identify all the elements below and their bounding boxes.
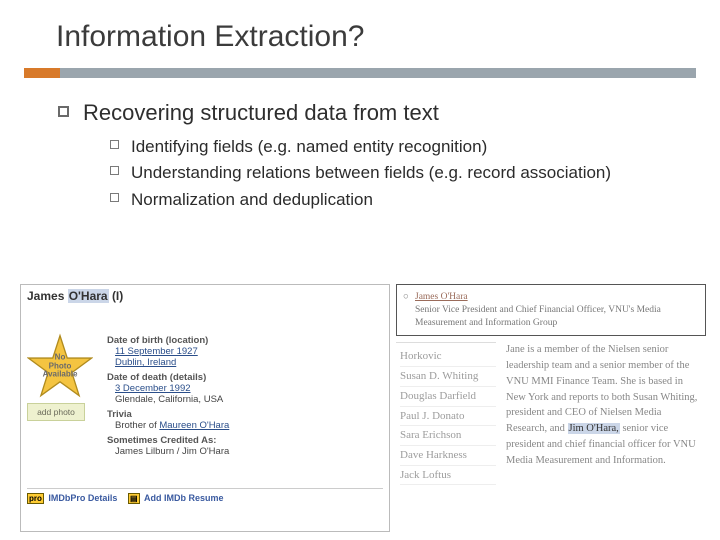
list-item[interactable]: Douglas Darfield bbox=[400, 387, 496, 407]
lvl1-text: Recovering structured data from text bbox=[83, 100, 439, 126]
bullet-level2: Normalization and deduplication bbox=[110, 187, 720, 213]
example-snippets: James O'Hara (I) No Photo Available add … bbox=[20, 284, 706, 532]
imdb-details: Date of birth (location) 11 September 19… bbox=[107, 331, 383, 481]
list-item[interactable]: Dave Harkness bbox=[400, 446, 496, 466]
name-prefix: James bbox=[27, 289, 64, 303]
bullet-level1: Recovering structured data from text bbox=[0, 78, 720, 126]
lvl2-text: Normalization and deduplication bbox=[131, 187, 373, 213]
square-bullet-icon bbox=[110, 166, 119, 175]
bottom-right-row: Horkovic Susan D. Whiting Douglas Darfie… bbox=[396, 342, 706, 532]
aka-label: Sometimes Credited As: bbox=[107, 435, 383, 446]
trivia-link[interactable]: Maureen O'Hara bbox=[159, 420, 229, 431]
accent-orange bbox=[24, 68, 60, 78]
name-suffix: (I) bbox=[112, 289, 123, 303]
bullet-level2: Identifying fields (e.g. named entity re… bbox=[110, 134, 720, 160]
people-list: Horkovic Susan D. Whiting Douglas Darfie… bbox=[396, 342, 496, 485]
trivia-text: Brother of bbox=[115, 420, 159, 431]
circle-bullet-icon: ○ bbox=[403, 291, 409, 304]
imdb-name: James O'Hara (I) bbox=[27, 289, 383, 331]
imdb-pro-icon: pro bbox=[27, 493, 44, 504]
bio-text-a: Jane is a member of the Nielsen senior l… bbox=[506, 344, 697, 434]
dod-date-link[interactable]: 3 December 1992 bbox=[115, 383, 191, 394]
lvl2-text: Identifying fields (e.g. named entity re… bbox=[131, 134, 487, 160]
bullet-level2: Understanding relations between fields (… bbox=[110, 160, 720, 186]
slide-title: Information Extraction? bbox=[0, 0, 720, 62]
add-photo-button[interactable]: add photo bbox=[27, 403, 85, 421]
square-bullet-icon bbox=[110, 140, 119, 149]
list-item[interactable]: Paul J. Donato bbox=[400, 407, 496, 427]
role-snippet: ○ James O'Hara Senior Vice President and… bbox=[396, 284, 706, 336]
square-bullet-icon bbox=[110, 193, 119, 202]
dod-label: Date of death (details) bbox=[107, 372, 383, 383]
imdb-resume-icon: ▤ bbox=[128, 493, 140, 504]
dob-label: Date of birth (location) bbox=[107, 335, 383, 346]
no-photo-star-icon: No Photo Available bbox=[27, 333, 93, 399]
lvl2-text: Understanding relations between fields (… bbox=[131, 160, 611, 186]
accent-gray bbox=[60, 68, 696, 78]
bio-snippet: Jane is a member of the Nielsen senior l… bbox=[502, 342, 706, 485]
imdb-snippet: James O'Hara (I) No Photo Available add … bbox=[20, 284, 390, 532]
imdb-footer: pro IMDbPro Details ▤ Add IMDb Resume bbox=[27, 488, 383, 527]
no-photo-label: No Photo Available bbox=[43, 354, 78, 379]
trivia-label: Trivia bbox=[107, 409, 383, 420]
name-highlight: O'Hara bbox=[68, 289, 109, 303]
list-item[interactable]: Susan D. Whiting bbox=[400, 367, 496, 387]
aka-text: James Lilburn / Jim O'Hara bbox=[115, 446, 229, 457]
list-item[interactable]: Horkovic bbox=[400, 347, 496, 367]
role-desc: Senior Vice President and Chief Financia… bbox=[415, 305, 661, 328]
dob-date-link[interactable]: 11 September 1927 bbox=[115, 346, 198, 357]
role-name-link[interactable]: James O'Hara bbox=[415, 292, 468, 302]
dod-place: Glendale, California, USA bbox=[115, 394, 223, 405]
dob-place-link[interactable]: Dublin, Ireland bbox=[115, 357, 176, 368]
square-bullet-icon bbox=[58, 106, 69, 117]
bio-highlight: Jim O'Hara, bbox=[568, 423, 620, 434]
bullet-level2-list: Identifying fields (e.g. named entity re… bbox=[0, 126, 720, 213]
accent-bar bbox=[24, 68, 696, 78]
imdb-pro-link[interactable]: IMDbPro Details bbox=[46, 493, 119, 503]
photo-column: No Photo Available add photo bbox=[27, 331, 99, 481]
list-item[interactable]: Jack Loftus bbox=[400, 466, 496, 486]
imdb-resume-link[interactable]: Add IMDb Resume bbox=[142, 493, 226, 503]
list-item[interactable]: Sara Erichson bbox=[400, 426, 496, 446]
